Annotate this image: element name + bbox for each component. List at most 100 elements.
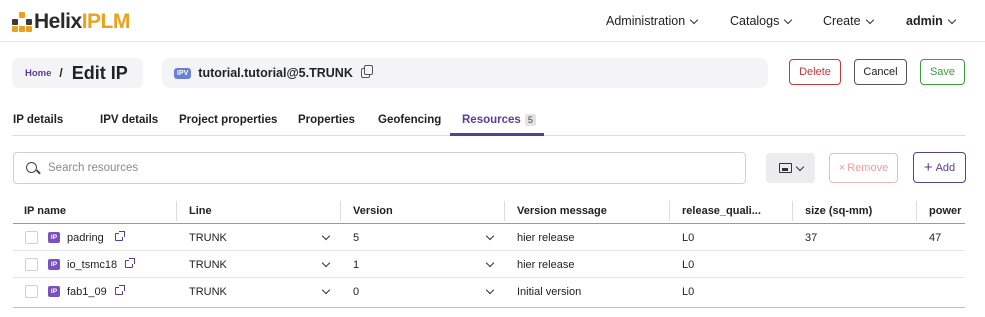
breadcrumb-separator: / [59,66,63,80]
copy-icon[interactable] [360,65,373,78]
release-qualification-cell: L0 [682,286,695,298]
table-row[interactable]: IP fab1_09 TRUNK 0 Initial version L0 [13,278,965,305]
chevron-down-icon[interactable] [321,231,331,241]
column-header-release-qualification[interactable]: release_quali... [682,205,761,217]
chevron-down-icon[interactable] [485,231,495,241]
remove-button-label: Remove [847,162,889,174]
top-navbar: HelixIPLM Administration Catalogs Create… [0,0,985,42]
column-header-size[interactable]: size (sq-mm) [805,205,872,217]
chevron-down-icon [947,15,957,24]
save-button[interactable]: Save [920,59,965,85]
chevron-down-icon[interactable] [321,285,331,295]
tab-ip-details[interactable]: IP details [13,114,63,126]
tab-resources[interactable]: Resources 5 [462,114,536,126]
external-link-icon[interactable] [125,258,135,268]
remove-button[interactable]: × Remove [829,153,898,183]
add-button-label: Add [935,161,956,174]
chevron-down-icon [795,162,804,171]
external-link-icon[interactable] [115,231,125,241]
nav-administration-label: Administration [606,14,686,28]
line-select[interactable]: TRUNK [189,232,227,244]
column-header-power[interactable]: power r [929,205,965,217]
row-checkbox[interactable] [25,231,38,244]
active-tab-indicator [450,133,544,136]
ipv-identifier: IPV tutorial.tutorial@5.TRUNK [162,58,768,88]
release-qualification-cell: L0 [682,232,695,244]
ip-name-cell[interactable]: padring [67,232,104,244]
tab-project-properties[interactable]: Project properties [179,114,277,126]
row-checkbox[interactable] [25,258,38,271]
delete-button[interactable]: Delete [789,59,841,85]
column-header-ip-name[interactable]: IP name [24,205,66,217]
search-icon [26,161,39,175]
ip-badge: IP [48,286,60,297]
page-title: Edit IP [71,62,128,83]
ipv-name: tutorial.tutorial@5.TRUNK [198,66,353,80]
resources-table: IP name Line Version Version message rel… [13,198,965,308]
tab-geofencing[interactable]: Geofencing [378,114,441,126]
helix-iplm-logo[interactable]: HelixIPLM [12,10,131,33]
version-message-cell: hier release [517,259,575,271]
tab-ipv-details[interactable]: IPV details [100,114,158,126]
column-header-version[interactable]: Version [353,205,393,217]
column-divider[interactable] [176,201,177,221]
search-box [13,152,746,184]
row-checkbox[interactable] [25,285,38,298]
ipv-badge: IPV [174,67,192,79]
nav-user-menu[interactable]: admin [906,14,957,28]
version-message-cell: Initial version [517,286,582,298]
size-cell: 37 [805,232,818,244]
ip-name-cell[interactable]: fab1_09 [67,286,107,298]
version-select[interactable]: 5 [353,232,359,244]
nav-administration[interactable]: Administration [606,14,699,28]
chevron-down-icon [784,15,793,24]
ip-name-cell[interactable]: io_tsmc18 [67,259,117,271]
line-select[interactable]: TRUNK [189,286,227,298]
chevron-down-icon[interactable] [321,258,331,268]
add-button[interactable]: + Add [913,152,966,183]
nav-catalogs-label: Catalogs [730,14,780,28]
chevron-down-icon[interactable] [485,285,495,295]
view-options-button[interactable] [766,153,815,183]
chevron-down-icon [689,15,699,24]
logo-mark-icon [12,12,32,32]
breadcrumb-home-link[interactable]: Home [25,68,51,79]
tab-resources-label: Resources [462,114,521,126]
chevron-down-icon [865,15,874,24]
tab-bar: IP details IPV details Project propertie… [12,108,965,136]
breadcrumb: Home / Edit IP [12,58,143,88]
version-message-cell: hier release [517,232,575,244]
external-link-icon[interactable] [115,285,125,295]
logo-text-accent: IPLM [81,10,131,33]
column-divider[interactable] [792,201,793,221]
column-header-line[interactable]: Line [189,205,212,217]
nav-user-label: admin [906,14,943,28]
column-divider[interactable] [504,201,505,221]
nav-create[interactable]: Create [823,14,874,28]
nav-create-label: Create [823,14,861,28]
ip-badge: IP [48,232,60,243]
nav-catalogs[interactable]: Catalogs [730,14,793,28]
column-divider[interactable] [340,201,341,221]
line-select[interactable]: TRUNK [189,259,227,271]
power-cell: 47 [929,232,942,244]
column-divider[interactable] [916,201,917,221]
tab-properties[interactable]: Properties [298,114,355,126]
table-row[interactable]: IP padring TRUNK 5 hier release L0 37 47 [13,224,965,251]
search-input[interactable] [48,162,728,174]
column-header-version-message[interactable]: Version message [517,205,607,217]
tab-resources-count: 5 [524,114,536,126]
close-icon: × [838,162,846,174]
plus-icon: + [923,159,933,176]
ip-badge: IP [48,259,60,270]
version-select[interactable]: 1 [353,259,359,271]
release-qualification-cell: L0 [682,259,695,271]
cancel-button[interactable]: Cancel [854,59,907,85]
table-row[interactable]: IP io_tsmc18 TRUNK 1 hier release L0 [13,251,965,278]
column-divider[interactable] [669,201,670,221]
version-select[interactable]: 0 [353,286,359,298]
image-view-icon [778,163,792,173]
chevron-down-icon[interactable] [485,258,495,268]
logo-text-main: Helix [34,10,82,33]
table-header: IP name Line Version Version message rel… [13,198,965,224]
